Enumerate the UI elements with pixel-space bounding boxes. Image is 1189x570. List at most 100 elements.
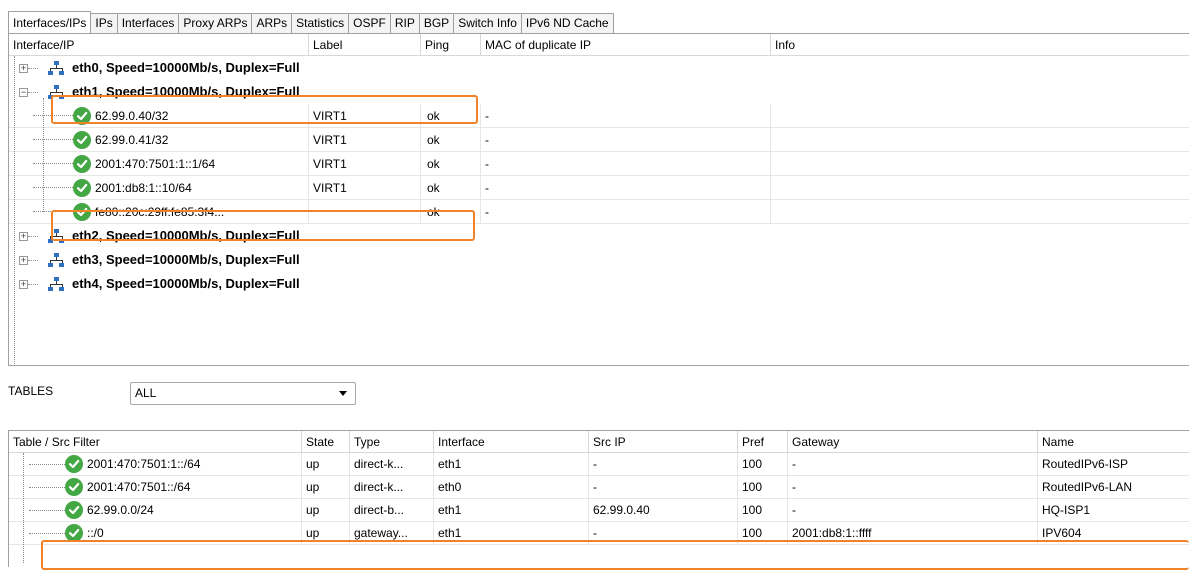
route-table: 2001:470:7501::/64 (9, 476, 302, 499)
ip-row[interactable]: 2001:470:7501:1::1/64 VIRT1 ok - (9, 152, 1189, 176)
tree-connector (28, 67, 38, 69)
column-header-ping[interactable]: Ping (421, 34, 481, 56)
expand-icon[interactable]: + (19, 279, 28, 289)
ip-cell[interactable]: 2001:470:7501:1::1/64 (9, 152, 309, 176)
interface-label: eth1, Speed=10000Mb/s, Duplex=Full (72, 84, 300, 99)
interface-cell[interactable]: − eth1, Speed=10000Mb/s, Duplex=Full (9, 80, 709, 104)
ip-cell[interactable]: 62.99.0.41/32 (9, 128, 309, 152)
column-header-info[interactable]: Info (771, 34, 1189, 56)
route-prefix: 2001:470:7501::/64 (87, 479, 191, 494)
column-header-interface[interactable]: Interface (434, 431, 589, 453)
ip-row[interactable]: fe80::20c:29ff:fe85:3f4... ok - (9, 200, 1189, 224)
column-header-table-src-filter[interactable]: Table / Src Filter (9, 431, 302, 453)
route-gateway: - (788, 476, 1038, 499)
ok-check-icon (73, 202, 91, 221)
route-pref: 100 (738, 476, 788, 499)
ip-address: 62.99.0.41/32 (95, 132, 169, 147)
interface-row[interactable]: + eth4, Speed=10000Mb/s, Duplex=Full (9, 272, 1189, 296)
tree-connector (33, 163, 73, 164)
tab-arps[interactable]: ARPs (252, 13, 293, 33)
route-row[interactable]: 2001:470:7501:1::/64 up direct-k... eth1-10… (9, 453, 1189, 476)
column-header-gateway[interactable]: Gateway (788, 431, 1038, 453)
tree-connector (33, 115, 73, 116)
tree-connector (29, 532, 65, 534)
ip-label: VIRT1 (309, 176, 421, 200)
ip-label: VIRT1 (309, 104, 421, 128)
column-header-mac-of-duplicate-ip[interactable]: MAC of duplicate IP (481, 34, 771, 56)
ip-cell[interactable]: 62.99.0.40/32 (9, 104, 309, 128)
ip-row[interactable]: 2001:db8:1::10/64 VIRT1 ok - (9, 176, 1189, 200)
interface-cell[interactable]: + eth4, Speed=10000Mb/s, Duplex=Full (9, 272, 709, 296)
interface-row[interactable]: + eth2, Speed=10000Mb/s, Duplex=Full (9, 224, 1189, 248)
network-icon (48, 84, 64, 100)
ip-cell[interactable]: 2001:db8:1::10/64 (9, 176, 309, 200)
tables-select[interactable]: ALL (130, 382, 356, 405)
tab-rip[interactable]: RIP (390, 13, 420, 33)
tab-bgp[interactable]: BGP (419, 13, 455, 33)
ip-address: 2001:470:7501:1::1/64 (95, 156, 216, 171)
tree-guide-line (43, 98, 44, 212)
interface-row[interactable]: − eth1, Speed=10000Mb/s, Duplex=Full (9, 80, 1189, 104)
route-type: gateway... (350, 522, 434, 545)
ip-label (309, 200, 421, 224)
interface-label: eth3, Speed=10000Mb/s, Duplex=Full (72, 252, 300, 267)
interface-cell[interactable]: + eth0, Speed=10000Mb/s, Duplex=Full (9, 56, 709, 80)
tab-interfaces[interactable]: Interfaces (117, 13, 180, 33)
interface-row[interactable]: + eth3, Speed=10000Mb/s, Duplex=Full (9, 248, 1189, 272)
column-header-type[interactable]: Type (350, 431, 434, 453)
column-header-src-ip[interactable]: Src IP (589, 431, 738, 453)
ip-row[interactable]: 62.99.0.41/32 VIRT1 ok - (9, 128, 1189, 152)
tables-select-value: ALL (135, 386, 157, 400)
interfaces-tree: Interface/IP Label Ping MAC of duplicate IP… (8, 33, 1189, 366)
route-row[interactable]: 62.99.0.0/24 up direct-b... eth1 62.99.0.40 1… (9, 499, 1189, 522)
tab-ospf[interactable]: OSPF (349, 13, 391, 33)
route-row[interactable]: 2001:470:7501::/64 up direct-k... eth0-100-… (9, 476, 1189, 499)
ok-check-icon (73, 106, 91, 125)
ip-label: VIRT1 (309, 152, 421, 176)
route-name: RoutedIPv6-ISP (1038, 453, 1189, 476)
route-prefix: ::/0 (87, 525, 104, 540)
column-header-interface-ip[interactable]: Interface/IP (9, 34, 309, 56)
route-name: IPV604 (1038, 522, 1189, 545)
ip-info (771, 200, 1189, 224)
interface-cell[interactable]: + eth2, Speed=10000Mb/s, Duplex=Full (9, 224, 709, 248)
route-interface: eth1 (434, 522, 589, 545)
tables-label: TABLES (8, 384, 54, 398)
ip-info (771, 152, 1189, 176)
ip-row[interactable]: 62.99.0.40/32 VIRT1 ok - (9, 104, 1189, 128)
ip-cell[interactable]: fe80::20c:29ff:fe85:3f4... (9, 200, 309, 224)
tab-switch-info[interactable]: Switch Info (454, 13, 522, 33)
tab-interfaces-ips[interactable]: Interfaces/IPs (8, 11, 92, 33)
route-pref: 100 (738, 499, 788, 522)
route-table: 62.99.0.0/24 (9, 499, 302, 522)
route-type: direct-b... (350, 499, 434, 522)
column-header-label[interactable]: Label (309, 34, 421, 56)
expand-icon[interactable]: + (19, 231, 28, 241)
interface-row[interactable]: + eth0, Speed=10000Mb/s, Duplex=Full (9, 56, 1189, 80)
tab-ips[interactable]: IPs (91, 13, 118, 33)
route-src-ip: 62.99.0.40 (589, 499, 738, 522)
route-row[interactable]: ::/0 up gateway... eth1-100 2001:db8:1::ffff… (9, 522, 1189, 545)
duplicate-mac: - (481, 128, 771, 152)
route-state: up (302, 522, 350, 545)
expand-icon[interactable]: + (19, 63, 28, 73)
interface-cell[interactable]: + eth3, Speed=10000Mb/s, Duplex=Full (9, 248, 709, 272)
tree-connector (28, 91, 38, 93)
tree-connector (29, 486, 65, 488)
tree-body: + eth0, Speed=10000Mb/s, Duplex=Full − eth1… (9, 56, 1189, 365)
expand-icon[interactable]: + (19, 255, 28, 265)
duplicate-mac: - (481, 200, 771, 224)
duplicate-mac: - (481, 176, 771, 200)
duplicate-mac: - (481, 104, 771, 128)
tab-statistics[interactable]: Statistics (292, 13, 350, 33)
collapse-icon[interactable]: − (19, 87, 28, 97)
route-type: direct-k... (350, 476, 434, 499)
tab-proxy-arps[interactable]: Proxy ARPs (179, 13, 253, 33)
ok-check-icon (73, 154, 91, 173)
column-header-state[interactable]: State (302, 431, 350, 453)
column-header-pref[interactable]: Pref (738, 431, 788, 453)
column-header-name[interactable]: Name (1038, 431, 1189, 453)
route-name: RoutedIPv6-LAN (1038, 476, 1189, 499)
tab-ipv6-nd-cache[interactable]: IPv6 ND Cache (521, 13, 614, 33)
tree-header: Interface/IP Label Ping MAC of duplicate IP… (9, 34, 1189, 56)
